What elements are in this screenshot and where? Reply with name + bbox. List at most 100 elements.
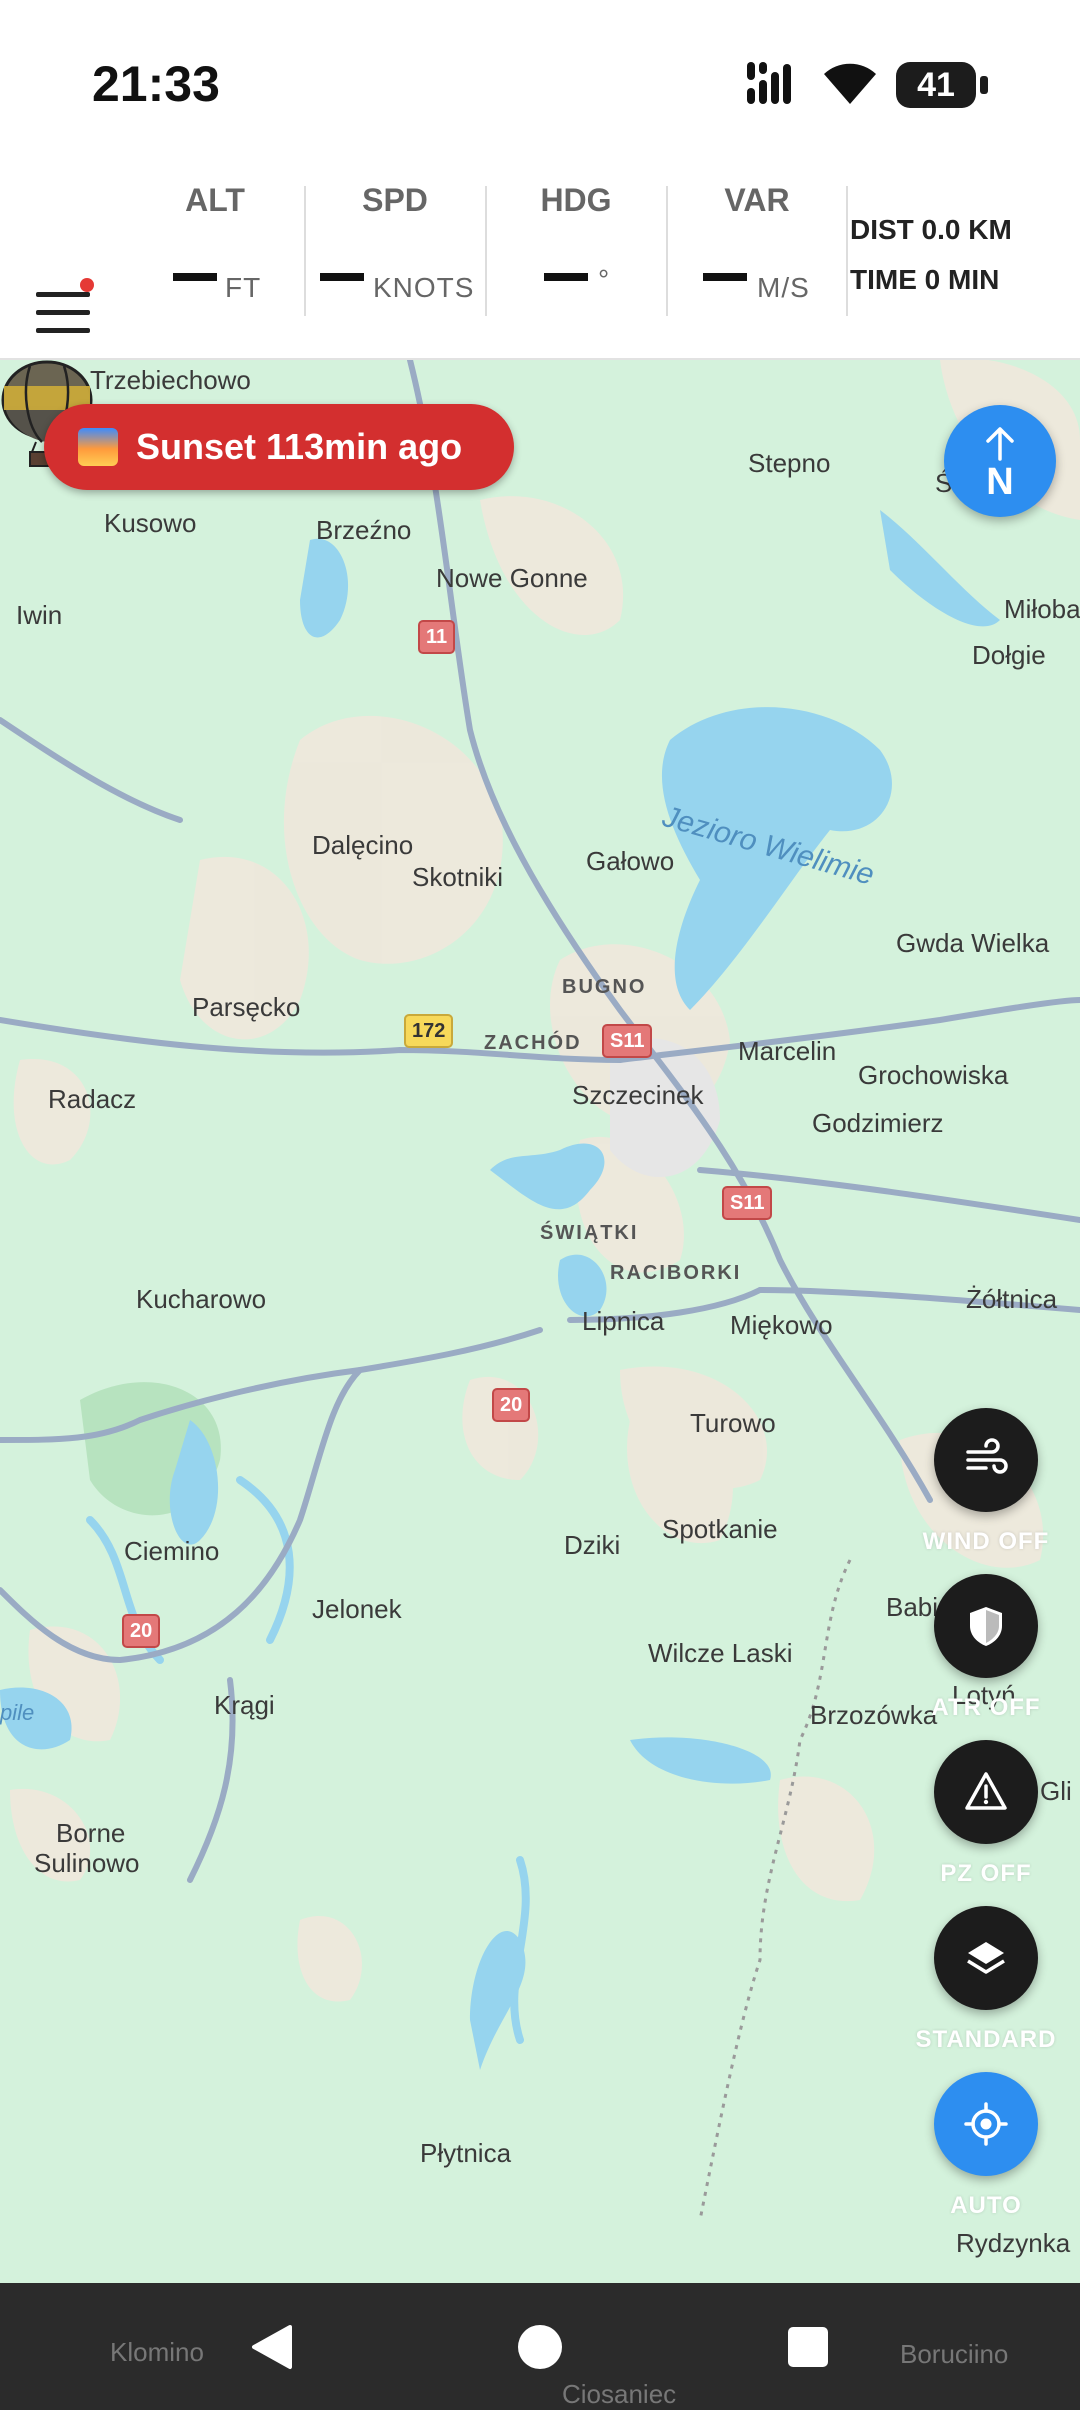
- wifi-icon: [824, 63, 876, 104]
- map-label: Dalęcino: [312, 830, 414, 860]
- map-label: Gałowo: [586, 846, 675, 876]
- back-icon[interactable]: [250, 2323, 294, 2371]
- locate-label: AUTO: [950, 2192, 1022, 2219]
- map-label: Iwin: [16, 600, 63, 630]
- gauge-unit: FT: [225, 272, 262, 303]
- sunset-icon: [78, 428, 118, 466]
- shield-icon: [970, 1607, 1002, 1646]
- wind-icon: [966, 1438, 1008, 1474]
- atr-toggle-label: ATR OFF: [931, 1694, 1041, 1721]
- map-label: Szczecinek: [572, 1080, 704, 1110]
- map-label: Godzimierz: [812, 1108, 944, 1138]
- gauge-label: SPD: [362, 182, 428, 218]
- map-label: Spotkanie: [662, 1514, 778, 1544]
- battery-icon: 41: [896, 62, 988, 108]
- gauge-unit: °: [598, 264, 611, 295]
- map-label: Turowo: [690, 1408, 776, 1438]
- road-shield: 172: [404, 1014, 454, 1048]
- gauge-value: [173, 273, 217, 281]
- warning-triangle-icon: [965, 1772, 1007, 1810]
- map-label: Trzebiechowo: [90, 365, 251, 395]
- map-label: Parsęcko: [192, 992, 301, 1022]
- gauge-label: ALT: [185, 182, 245, 218]
- map-label: Sulinowo: [34, 1848, 140, 1878]
- map-label: Kusowo: [104, 508, 197, 538]
- wind-toggle-button[interactable]: [934, 1408, 1038, 1512]
- map-label: Kucharowo: [136, 1284, 267, 1314]
- sunset-badge[interactable]: Sunset 113min ago: [44, 404, 514, 490]
- map-label: Stepno: [748, 448, 831, 478]
- map-label: ŚWIĄTKI: [540, 1222, 639, 1244]
- gauge-value: [320, 273, 364, 281]
- map-label: BUGNO: [562, 976, 647, 998]
- status-bar: 21:33 41: [0, 0, 1080, 160]
- map-label: Miękowo: [730, 1310, 833, 1340]
- map-label: Gwda Wielka: [896, 928, 1050, 958]
- map-label: Nowe Gonne: [436, 563, 588, 593]
- map-view[interactable]: Trzebiechowo Stepno Świdrzec Kusowo Brze…: [0, 360, 1080, 2283]
- layers-icon: [967, 1942, 1005, 1974]
- map-label: Miłoba: [1004, 594, 1080, 624]
- distance-readout: DIST 0.0 KM: [850, 214, 1012, 245]
- road-shield: S11: [722, 1186, 773, 1220]
- gauge-unit: M/S: [757, 272, 810, 303]
- map-label: Boruciino: [900, 2339, 1009, 2369]
- map-label: Grochowiska: [858, 1060, 1009, 1090]
- map-label: Rydzynka: [956, 2228, 1071, 2258]
- wind-toggle-label: WIND OFF: [922, 1528, 1050, 1555]
- menu-button[interactable]: [30, 222, 96, 333]
- gauge-unit: KNOTS: [373, 272, 475, 303]
- atr-toggle-button[interactable]: [934, 1574, 1038, 1678]
- map-label: Płytnica: [420, 2138, 512, 2168]
- map-label: Lipnica: [582, 1306, 665, 1336]
- north-arrow-icon: [986, 427, 1014, 461]
- notification-dot: [80, 278, 94, 292]
- road-shield: 11: [418, 620, 456, 654]
- map-label: Ciemino: [124, 1536, 220, 1566]
- map-label: Marcelin: [738, 1036, 837, 1066]
- gauge-value: [544, 273, 588, 281]
- map-label: Radacz: [48, 1084, 137, 1114]
- map-label: pile: [0, 1700, 35, 1725]
- map-canvas: [0, 360, 1080, 2221]
- locate-button[interactable]: [934, 2072, 1038, 2176]
- gauge-hdg: HDG °: [486, 160, 666, 358]
- gauge-var: VAR M/S: [667, 160, 847, 358]
- gauge-spd: SPD KNOTS: [305, 160, 485, 358]
- battery-level: 41: [896, 62, 976, 108]
- trip-info: DIST 0.0 KM TIME 0 MIN: [850, 205, 1012, 305]
- time-readout: TIME 0 MIN: [850, 264, 1000, 295]
- pz-toggle-label: PZ OFF: [940, 1860, 1032, 1887]
- map-label: Klomino: [110, 2337, 204, 2367]
- map-label: RACIBORKI: [610, 1262, 742, 1284]
- gps-locate-icon: [964, 2102, 1008, 2146]
- sunset-text: Sunset 113min ago: [136, 426, 463, 467]
- map-label: Gli: [1040, 1776, 1072, 1806]
- map-label: Borne: [56, 1818, 126, 1848]
- map-style-button[interactable]: [934, 1906, 1038, 2010]
- map-label: Brzeźno: [316, 515, 412, 545]
- road-shield: 20: [122, 1614, 161, 1648]
- gauge-label: HDG: [540, 182, 612, 218]
- instrument-bar: ALT FT SPD KNOTS HDG ° VAR M/S DIST 0.0 …: [0, 160, 1080, 360]
- map-label: Dołgie: [972, 640, 1046, 670]
- status-time: 21:33: [92, 56, 220, 112]
- gauge-alt: ALT FT: [125, 160, 305, 358]
- gauge-value: [703, 273, 747, 281]
- home-icon[interactable]: [518, 2325, 562, 2369]
- map-label: Ciosaniec: [562, 2379, 677, 2409]
- map-label: Krągi: [214, 1690, 275, 1720]
- compass-label: N: [986, 461, 1014, 503]
- recents-icon[interactable]: [788, 2327, 828, 2367]
- map-label: ZACHÓD: [484, 1032, 582, 1054]
- map-label: Dziki: [564, 1530, 621, 1560]
- map-label: Jelonek: [312, 1594, 402, 1624]
- divider: [846, 186, 848, 316]
- road-shield: 20: [492, 1388, 531, 1422]
- compass-button[interactable]: N: [944, 405, 1056, 517]
- gauge-label: VAR: [724, 182, 790, 218]
- map-label: Żółtnica: [966, 1284, 1058, 1314]
- map-label: Wilcze Laski: [648, 1638, 793, 1668]
- pz-toggle-button[interactable]: [934, 1740, 1038, 1844]
- map-label: Skotniki: [412, 862, 504, 892]
